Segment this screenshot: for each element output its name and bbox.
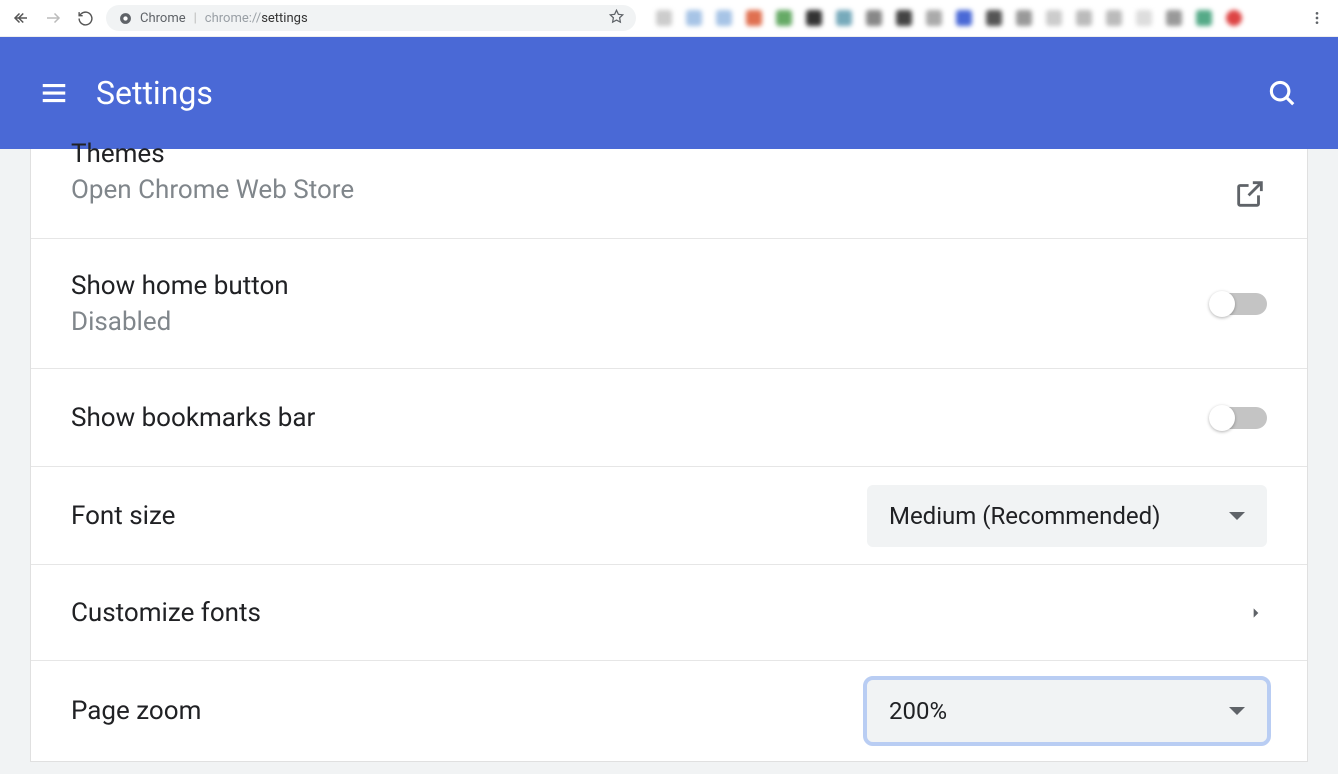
bookmarks-bar-title: Show bookmarks bar	[71, 403, 315, 433]
browser-toolbar: Chrome | chrome://settings	[0, 0, 1338, 37]
url-label: Chrome	[140, 11, 186, 26]
font-size-dropdown[interactable]: Medium (Recommended)	[867, 485, 1267, 547]
appearance-section: Themes Open Chrome Web Store Show home b…	[30, 149, 1308, 762]
forward-button[interactable]	[42, 7, 64, 29]
external-link-icon	[1233, 177, 1267, 211]
chevron-down-icon	[1229, 512, 1245, 520]
bookmark-star-icon[interactable]	[609, 9, 624, 28]
address-bar[interactable]: Chrome | chrome://settings	[106, 5, 636, 31]
show-home-button-row: Show home button Disabled	[31, 239, 1307, 369]
page-zoom-value: 200%	[889, 697, 947, 725]
themes-subtitle: Open Chrome Web Store	[71, 175, 354, 205]
chevron-down-icon	[1229, 707, 1245, 715]
font-size-value: Medium (Recommended)	[889, 502, 1161, 530]
bookmarks-bar-row: Show bookmarks bar	[31, 369, 1307, 467]
browser-menu-button[interactable]	[1306, 7, 1328, 29]
extensions-area	[646, 5, 1296, 31]
back-button[interactable]	[10, 7, 32, 29]
themes-row[interactable]: Themes Open Chrome Web Store	[31, 149, 1307, 239]
menu-button[interactable]	[36, 75, 72, 111]
font-size-row: Font size Medium (Recommended)	[31, 467, 1307, 565]
url-text: chrome://settings	[205, 11, 308, 26]
home-button-toggle[interactable]	[1211, 293, 1267, 315]
font-size-title: Font size	[71, 501, 175, 531]
reload-button[interactable]	[74, 7, 96, 29]
themes-title: Themes	[71, 139, 354, 169]
customize-fonts-row[interactable]: Customize fonts	[31, 565, 1307, 661]
bookmarks-bar-toggle[interactable]	[1211, 407, 1267, 429]
home-button-title: Show home button	[71, 271, 289, 301]
page-zoom-title: Page zoom	[71, 696, 201, 726]
page-zoom-row: Page zoom 200%	[31, 661, 1307, 761]
search-button[interactable]	[1262, 73, 1302, 113]
settings-content: Themes Open Chrome Web Store Show home b…	[0, 149, 1338, 774]
settings-header: Settings	[0, 37, 1338, 149]
url-divider: |	[194, 11, 197, 26]
page-zoom-dropdown[interactable]: 200%	[867, 680, 1267, 742]
chevron-right-icon	[1249, 604, 1267, 622]
home-button-subtitle: Disabled	[71, 307, 289, 337]
customize-fonts-title: Customize fonts	[71, 598, 261, 628]
site-info-icon	[118, 11, 132, 25]
page-title: Settings	[96, 74, 213, 112]
